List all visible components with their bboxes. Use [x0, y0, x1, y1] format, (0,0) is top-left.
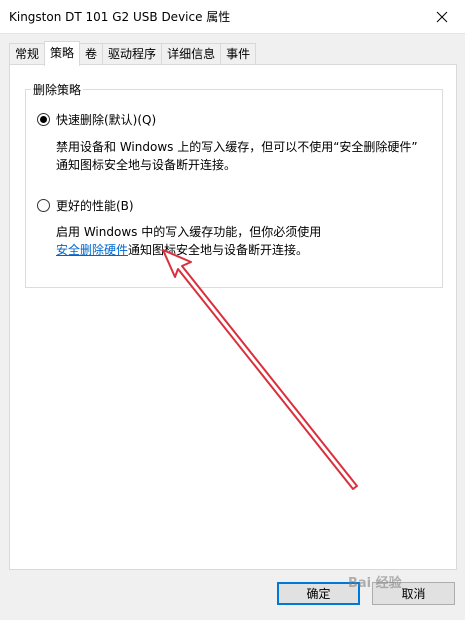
safely-remove-hardware-link[interactable]: 安全删除硬件: [56, 243, 128, 257]
quick-removal-description: 禁用设备和 Windows 上的写入缓存，但可以不使用“安全删除硬件” 通知图标…: [56, 138, 418, 174]
title-bar: Kingston DT 101 G2 USB Device 属性: [0, 0, 465, 34]
policies-panel: 删除策略 快速删除(默认)(Q) 禁用设备和 Windows 上的写入缓存，但可…: [9, 64, 457, 570]
radio-selected-dot: [40, 116, 47, 123]
tab-strip: 常规 策略 卷 驱动程序 详细信息 事件: [9, 41, 257, 66]
better-performance-desc-line2: 安全删除硬件通知图标安全地与设备断开连接。: [56, 241, 321, 259]
better-performance-radio[interactable]: [37, 199, 50, 212]
quick-removal-radio[interactable]: [37, 113, 50, 126]
group-label: 删除策略: [31, 81, 84, 98]
removal-policy-group: 删除策略 快速删除(默认)(Q) 禁用设备和 Windows 上的写入缓存，但可…: [25, 81, 443, 288]
better-performance-desc-line2-rest: 通知图标安全地与设备断开连接。: [128, 243, 309, 257]
close-button[interactable]: [419, 0, 465, 33]
window-title: Kingston DT 101 G2 USB Device 属性: [9, 10, 231, 24]
quick-removal-desc-line1: 禁用设备和 Windows 上的写入缓存，但可以不使用“安全删除硬件”: [56, 140, 418, 154]
tab-general[interactable]: 常规: [9, 43, 46, 65]
quick-removal-option[interactable]: 快速删除(默认)(Q): [37, 111, 156, 128]
better-performance-option[interactable]: 更好的性能(B): [37, 197, 134, 214]
watermark: Bai 经验: [348, 576, 402, 591]
close-icon: [436, 11, 448, 22]
tab-driver[interactable]: 驱动程序: [102, 43, 163, 65]
tab-events[interactable]: 事件: [220, 43, 257, 65]
tab-policies[interactable]: 策略: [44, 41, 81, 66]
better-performance-label: 更好的性能(B): [56, 199, 134, 213]
tab-volumes[interactable]: 卷: [79, 43, 104, 65]
quick-removal-label: 快速删除(默认)(Q): [56, 113, 157, 127]
tab-details[interactable]: 详细信息: [161, 43, 222, 65]
better-performance-desc-line1: 启用 Windows 中的写入缓存功能，但你必须使用: [56, 225, 322, 239]
quick-removal-desc-line2: 通知图标安全地与设备断开连接。: [56, 158, 237, 172]
better-performance-description: 启用 Windows 中的写入缓存功能，但你必须使用 安全删除硬件通知图标安全地…: [56, 223, 321, 259]
